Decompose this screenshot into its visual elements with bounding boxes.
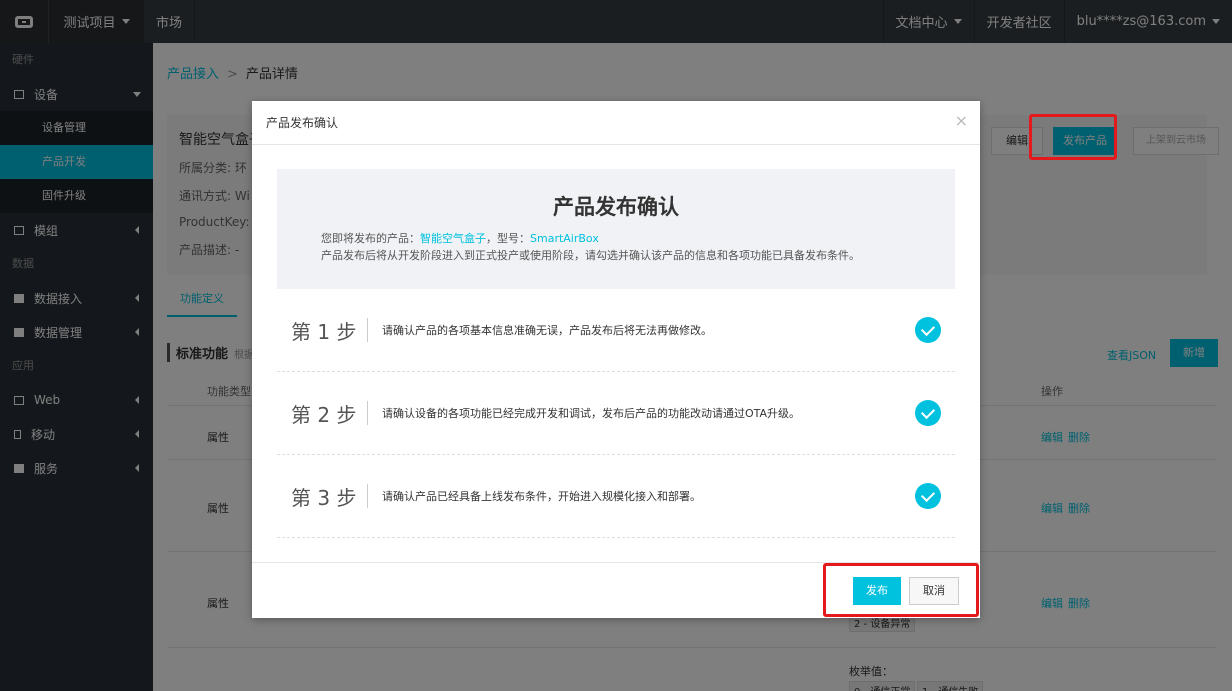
check-icon[interactable] (915, 317, 941, 343)
step-divider (367, 318, 368, 342)
confirm-summary: 产品发布确认 您即将发布的产品：智能空气盒子，型号：SmartAirBox 产品… (277, 169, 955, 289)
step-row: 第 3 步 请确认产品已经具备上线发布条件，开始进入规模化接入和部署。 (277, 455, 955, 538)
confirm-description: 产品发布后将从开发阶段进入到正式投产或使用阶段，请勾选并确认该产品的信息和各项功… (321, 249, 860, 262)
step-text: 请确认产品已经具备上线发布条件，开始进入规模化接入和部署。 (382, 490, 701, 503)
step-number: 第 3 步 (291, 485, 357, 510)
publish-confirm-dialog: 产品发布确认 × 产品发布确认 您即将发布的产品：智能空气盒子，型号：Smart… (252, 101, 980, 618)
step-row: 第 2 步 请确认设备的各项功能已经完成开发和调试，发布后产品的功能改动请通过O… (277, 372, 955, 455)
close-icon[interactable]: × (955, 111, 968, 130)
highlight-box (823, 563, 979, 617)
check-icon[interactable] (915, 483, 941, 509)
product-prefix: 您即将发布的产品： (321, 232, 420, 245)
dialog-title: 产品发布确认 (266, 116, 339, 130)
model-name: SmartAirBox (530, 232, 599, 245)
model-prefix: ，型号： (486, 232, 530, 245)
confirm-heading: 产品发布确认 (553, 195, 679, 219)
step-divider (367, 484, 368, 508)
check-icon[interactable] (915, 400, 941, 426)
step-number: 第 1 步 (291, 319, 357, 344)
step-text: 请确认产品的各项基本信息准确无误，产品发布后将无法再做修改。 (382, 324, 712, 337)
step-divider (367, 401, 368, 425)
step-text: 请确认设备的各项功能已经完成开发和调试，发布后产品的功能改动请通过OTA升级。 (382, 407, 801, 420)
product-name-link[interactable]: 智能空气盒子 (420, 232, 486, 245)
highlight-box (1029, 114, 1117, 160)
step-number: 第 2 步 (291, 402, 357, 427)
dialog-header: 产品发布确认 × (252, 101, 980, 145)
step-row: 第 1 步 请确认产品的各项基本信息准确无误，产品发布后将无法再做修改。 (277, 289, 955, 372)
confirm-product-line: 您即将发布的产品：智能空气盒子，型号：SmartAirBox (321, 230, 599, 246)
